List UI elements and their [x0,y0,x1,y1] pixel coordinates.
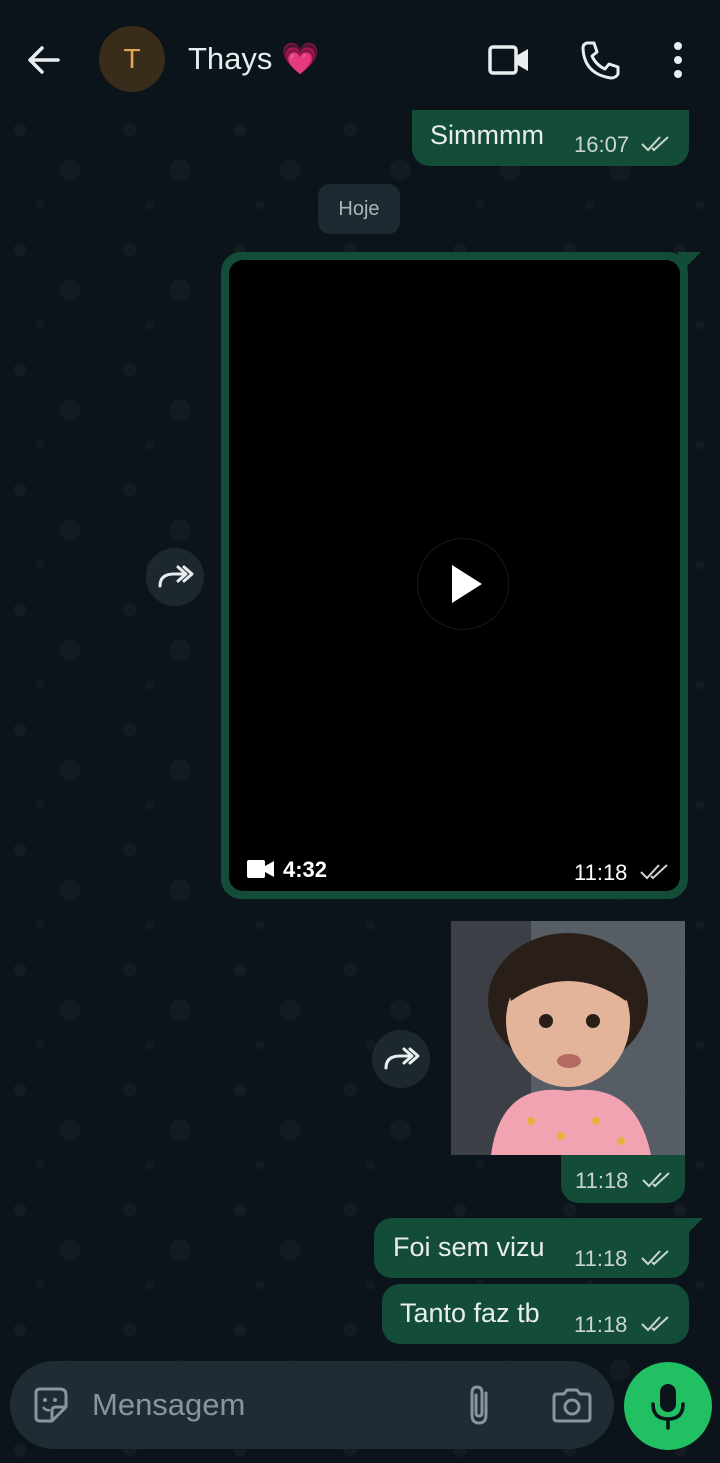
forward-icon[interactable] [372,1030,430,1088]
message-bubble[interactable]: Foi sem vizu 11:18 [374,1218,703,1278]
message-input[interactable]: Mensagem [92,1387,245,1423]
date-chip: Hoje [318,184,400,234]
chat-header: T Thays 💗 [0,0,720,110]
contact-name[interactable]: Thays 💗 [188,40,320,77]
message-composer: Mensagem [10,1361,614,1449]
message-time: 11:18 [574,1312,628,1337]
mic-button[interactable] [624,1362,712,1450]
play-icon[interactable] [417,538,509,630]
message-text: Tanto faz tb [400,1298,540,1328]
video-message[interactable]: 4:32 11:18 [221,252,701,899]
message-bubble[interactable]: Tanto faz tb 11:18 [382,1284,689,1344]
more-options-icon[interactable] [656,38,700,82]
message-time: 11:18 [574,860,628,885]
message-text: Foi sem vizu [393,1232,545,1262]
read-ticks-icon [641,1316,669,1332]
video-call-icon[interactable] [487,38,531,82]
message-bubble[interactable]: Simmmm 16:07 [412,104,689,166]
photo-time-bar: 11:18 [561,1155,685,1203]
read-ticks-icon [640,864,668,880]
message-time: 16:07 [574,132,630,157]
video-thumbnail[interactable]: 4:32 11:18 [229,260,680,891]
video-duration: 4:32 [283,857,328,882]
phone-icon[interactable] [578,38,622,82]
back-arrow-icon[interactable] [22,40,68,80]
message-time: 11:18 [574,1246,628,1271]
message-time: 11:18 [575,1168,629,1193]
read-ticks-icon [641,1250,669,1266]
avatar[interactable]: T [99,26,165,92]
camera-icon[interactable] [550,1385,594,1425]
photo-message[interactable] [451,921,685,1155]
message-text: Simmmm [430,120,544,150]
read-ticks-icon [642,1172,670,1188]
forward-icon[interactable] [146,548,204,606]
read-ticks-icon [641,136,669,152]
sticker-icon[interactable] [30,1385,70,1425]
attach-icon[interactable] [462,1383,498,1427]
mic-icon [651,1384,685,1430]
photo-image [451,921,685,1155]
video-camera-icon [247,860,274,878]
